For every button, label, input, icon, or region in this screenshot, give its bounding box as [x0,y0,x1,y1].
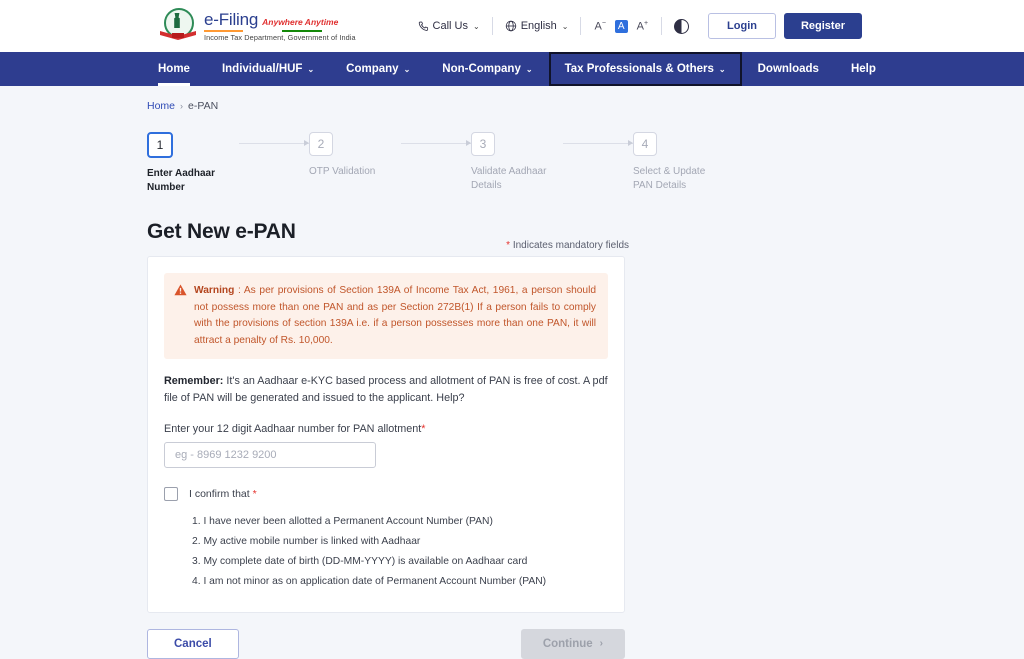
list-item: 2. My active mobile number is linked wit… [192,535,421,547]
mandatory-note-text: Indicates mandatory fields [512,240,629,251]
warning-banner: Warning : As per provisions of Section 1… [164,273,608,360]
aadhaar-label-text: Enter your 12 digit Aadhaar number for P… [164,422,422,435]
nav-item-home[interactable]: Home [142,52,206,86]
breadcrumb-separator: › [180,101,184,111]
confirm-label: I confirm that * [189,488,257,500]
contrast-toggle-icon [674,18,690,34]
globe-icon [505,20,516,32]
warning-separator: : [234,285,244,296]
step-label: OTP Validation [309,166,376,177]
language-dropdown[interactable]: English ⌄ [496,20,578,32]
aadhaar-number-input[interactable] [164,441,376,468]
chevron-down-icon: ⌄ [473,21,480,31]
form-action-row: Cancel Continue › [147,628,625,659]
font-decrease-button[interactable]: A− [594,20,605,33]
step-label: Enter Aadhaar Number [147,168,215,193]
nav-label: Home [158,63,190,75]
font-increase-button[interactable]: A+ [637,20,648,33]
required-asterisk: * [252,487,257,500]
confirm-label-text: I confirm that [189,487,250,500]
remember-text: It's an Aadhaar e-KYC based process and … [164,375,608,404]
step-number: 2 [309,132,333,156]
font-normal-button[interactable]: A [614,19,628,33]
header-utility-bar: Call Us ⌄ English ⌄ A− A A+ Login Regist… [409,0,862,52]
nav-label: Tax Professionals & Others [564,63,714,75]
language-label: English [520,20,557,32]
department-name: Income Tax Department, Government of Ind… [204,32,356,42]
chevron-down-icon: ⌄ [403,64,411,74]
tricolor-divider [204,29,322,32]
nav-item-help[interactable]: Help [835,52,892,86]
nav-label: Downloads [757,63,819,75]
login-button[interactable]: Login [708,13,776,39]
breadcrumb-home-link[interactable]: Home [147,100,175,112]
brand-name: e-Filing [204,9,259,29]
step-number: 1 [147,132,173,158]
remember-note: Remember: It's an Aadhaar e-KYC based pr… [164,373,608,406]
call-us-label: Call Us [432,20,468,32]
site-header: e-Filing Anywhere Anytime Income Tax Dep… [0,0,1024,52]
breadcrumb: Home › e-PAN [147,86,1024,112]
brand-tagline: Anywhere Anytime [262,16,339,27]
step-3-validate-aadhaar-details[interactable]: 3 Validate Aadhaar Details [471,132,563,192]
list-item: 1. I have never been allotted a Permanen… [192,515,493,527]
cancel-button[interactable]: Cancel [147,628,239,659]
nav-label: Company [346,63,399,75]
divider [580,17,582,35]
chevron-down-icon: ⌄ [561,21,569,31]
step-2-otp-validation[interactable]: 2 OTP Validation [309,132,401,179]
continue-label: Continue [542,637,593,650]
ribbon-shape [160,31,196,40]
confirm-checkbox[interactable] [164,486,178,501]
nav-label: Individual/HUF [221,63,303,75]
step-connector [239,132,309,154]
confirm-checkbox-row[interactable]: I confirm that * [164,486,608,501]
mandatory-fields-note: * Indicates mandatory fields [506,240,629,251]
warning-label: Warning [194,285,235,296]
page-content: Home › e-PAN 1 Enter Aadhaar Number 2 OT… [0,86,1024,659]
india-emblem-icon [158,7,198,45]
step-label: Select & Update PAN Details [633,166,706,191]
font-size-controls: A− A A+ [584,19,658,33]
list-item: 4. I am not minor as on application date… [192,575,547,587]
confirmation-list: 1. I have never been allotted a Permanen… [192,512,608,592]
warning-triangle-icon [174,284,187,296]
required-asterisk: * [421,422,426,435]
chevron-down-icon: ⌄ [525,64,533,74]
step-label: Validate Aadhaar Details [471,166,547,191]
step-connector [563,132,633,154]
nav-label: Help [850,63,876,75]
phone-icon [418,21,428,31]
nav-item-individual-huf[interactable]: Individual/HUF ⌄ [206,52,330,86]
step-connector [401,132,471,154]
remember-label: Remember: [164,375,224,388]
chevron-down-icon: ⌄ [307,64,315,74]
nav-item-tax-professionals-others[interactable]: Tax Professionals & Others ⌄ [548,52,742,86]
required-asterisk: * [506,240,511,251]
nav-item-downloads[interactable]: Downloads [742,52,835,86]
step-1-enter-aadhaar-number[interactable]: 1 Enter Aadhaar Number [147,132,239,194]
register-button[interactable]: Register [783,13,862,39]
step-number: 4 [633,132,657,156]
chevron-down-icon: ⌄ [718,64,726,74]
nav-item-company[interactable]: Company ⌄ [330,52,426,86]
call-us-dropdown[interactable]: Call Us ⌄ [409,20,489,32]
epan-form-card: Warning : As per provisions of Section 1… [147,256,625,613]
nav-label: Non-Company [442,63,521,75]
step-number: 3 [471,132,495,156]
breadcrumb-current: e-PAN [188,100,219,112]
main-navigation: Home Individual/HUF ⌄ Company ⌄ Non-Comp… [0,52,1024,86]
progress-stepper: 1 Enter Aadhaar Number 2 OTP Validation … [147,132,1024,194]
divider [661,17,663,35]
step-4-select-update-pan-details[interactable]: 4 Select & Update PAN Details [633,132,725,192]
contrast-toggle[interactable] [665,18,698,34]
continue-button[interactable]: Continue › [520,628,625,659]
nav-item-non-company[interactable]: Non-Company ⌄ [426,52,548,86]
chevron-right-icon: › [599,638,603,650]
site-logo[interactable]: e-Filing Anywhere Anytime Income Tax Dep… [158,7,356,45]
page-title-row: Get New e-PAN * Indicates mandatory fiel… [147,220,629,251]
aadhaar-field-label: Enter your 12 digit Aadhaar number for P… [164,423,608,435]
divider [491,17,493,35]
warning-text: As per provisions of Section 139A of Inc… [194,285,596,346]
